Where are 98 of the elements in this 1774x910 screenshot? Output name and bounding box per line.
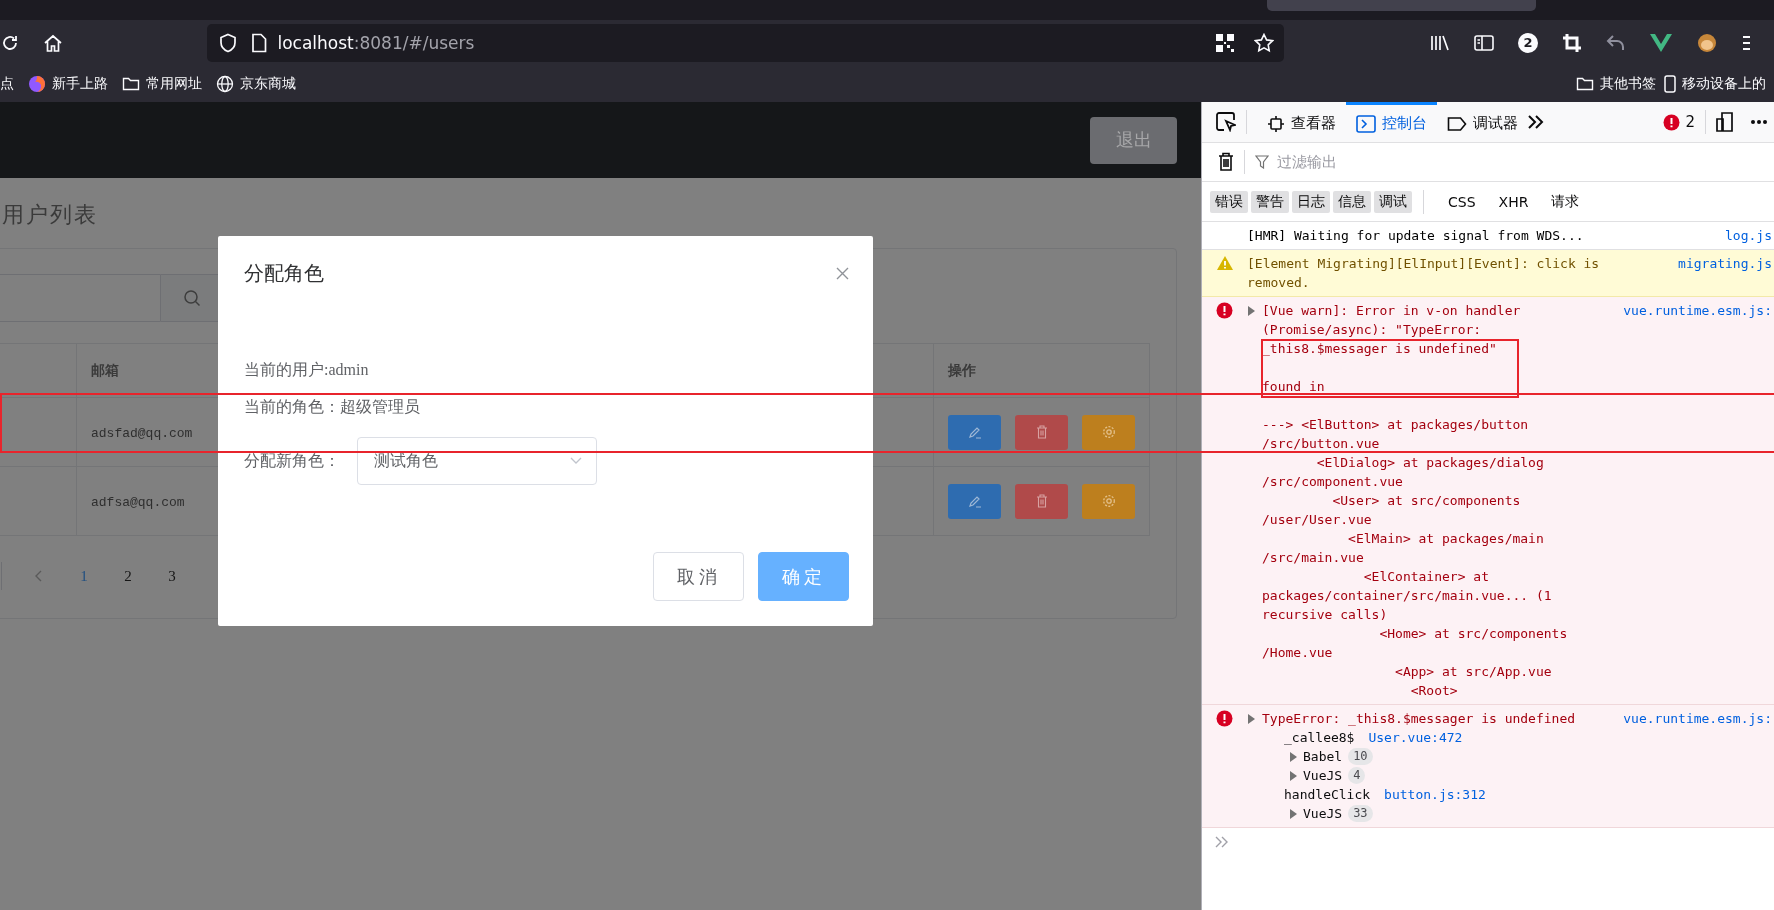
stack-function: _callee8$ <box>1284 729 1355 747</box>
error-count: 2 <box>1685 113 1695 131</box>
error-icon <box>1663 113 1681 131</box>
gear-icon <box>1101 425 1116 439</box>
bookmark-link[interactable]: 其他书签 <box>1600 74 1656 93</box>
shield-icon <box>219 32 238 53</box>
folder-icon <box>122 75 140 92</box>
source-link[interactable]: button.js:312 <box>1384 785 1486 804</box>
folder-icon <box>1576 75 1594 92</box>
filter-icon <box>1255 155 1269 169</box>
filter-toggle[interactable]: CSS <box>1443 190 1481 213</box>
console-text: [HMR] Waiting for update signal from WDS... <box>1247 227 1585 245</box>
count-badge: 10 <box>1348 748 1373 765</box>
trash-icon[interactable] <box>1218 152 1234 172</box>
filter-toggle[interactable]: 日志 <box>1292 190 1330 213</box>
page-title: 用户列表 <box>2 202 99 228</box>
console-text: [Vue warn]: Error in v-on handler (Promise/async): "TypeError: _this8.$messager is undefined" <box>1262 302 1522 358</box>
filter-toggle[interactable]: 错误 <box>1210 190 1248 213</box>
devtools-tab[interactable]: 查看器 <box>1257 102 1346 142</box>
pencil-icon <box>967 425 982 439</box>
expand-triangle-icon <box>1289 770 1297 781</box>
pencil-icon <box>967 494 982 508</box>
page-icon <box>251 32 268 53</box>
frame-group[interactable]: VueJS <box>1303 766 1343 785</box>
expand-triangle-icon <box>1289 751 1297 762</box>
console-text: found in <box>1262 378 1326 396</box>
count-badge: 4 <box>1348 767 1366 784</box>
bookmark-link[interactable]: 京东商城 <box>240 74 296 93</box>
filter-toggle[interactable]: 调试 <box>1374 190 1412 213</box>
phone-icon <box>1664 74 1676 93</box>
firefox-icon <box>28 74 46 93</box>
bookmark-link[interactable]: 点 <box>0 74 14 93</box>
trash-icon <box>1035 425 1048 439</box>
count-badge: 33 <box>1348 805 1373 822</box>
undo-arrow-icon[interactable] <box>1606 33 1626 52</box>
chevron-down-icon <box>570 457 582 465</box>
warning-icon <box>1215 255 1234 271</box>
stack-function: handleClick <box>1284 786 1371 804</box>
source-link[interactable]: vue.runtime.esm.js: <box>1623 709 1774 823</box>
sidebar-icon[interactable] <box>1474 33 1494 52</box>
prompt-chevron-icon[interactable] <box>1215 836 1229 848</box>
gear-icon <box>1101 494 1116 508</box>
page-number[interactable]: 2 <box>116 567 140 585</box>
role-select[interactable]: 测试角色 <box>357 437 597 485</box>
cancel-button[interactable]: 取消 <box>653 552 744 601</box>
email-cell: adfsa@qq.com <box>91 494 185 510</box>
address-bar[interactable]: localhost:8081/#/users <box>207 23 1284 62</box>
console-text: ---> <ElButton> at packages/button /src/button.vue <ElDialog> at packages/dialog /src/component.vue <User> at src/components /user/User.vue <ElMain> at packages/main /src/main.vue <ElContainer> at packages/container/src/main.vue... (1 recursive calls) <Home> at src/components /Home.vue <App> at src/App.vue <Root> <box>1262 416 1569 700</box>
library-icon[interactable] <box>1430 33 1450 52</box>
console-icon <box>1356 114 1376 133</box>
dialog-title: 分配角色 <box>244 259 324 287</box>
bookmark-link[interactable]: 新手上路 <box>52 74 108 93</box>
qr-code-icon[interactable] <box>1216 33 1234 52</box>
error-icon <box>1216 710 1233 727</box>
bookmark-link[interactable]: 常用网址 <box>146 74 202 93</box>
bookmark-link[interactable]: 移动设备上的 <box>1682 74 1766 93</box>
expand-triangle-icon <box>1289 808 1297 819</box>
extension-badge[interactable]: 2 <box>1518 32 1538 53</box>
field-label: 分配新角色： <box>244 451 340 469</box>
globe-icon <box>216 74 234 93</box>
filter-toggle[interactable]: 警告 <box>1251 190 1289 213</box>
star-icon[interactable] <box>1254 32 1274 53</box>
source-link[interactable]: migrating.js <box>1678 254 1774 292</box>
column-header: 操作 <box>933 343 1150 398</box>
responsive-view-icon[interactable] <box>1716 112 1734 132</box>
info-text: 当前的角色：超级管理员 <box>244 397 421 417</box>
devtools-tab[interactable]: 调试器 <box>1437 102 1528 142</box>
filter-toggle[interactable]: 信息 <box>1333 190 1371 213</box>
console-text: [Element Migrating][ElInput][Event]: click is removed. <box>1247 255 1601 292</box>
url-text: localhost:8081/#/users <box>277 32 476 53</box>
trash-icon <box>1035 494 1048 508</box>
email-cell: adsfad@qq.com <box>91 425 193 441</box>
filter-toggle[interactable]: 请求 <box>1546 190 1585 213</box>
crop-icon[interactable] <box>1562 32 1582 53</box>
tag-icon <box>1447 115 1467 132</box>
menu-icon[interactable] <box>1742 33 1750 52</box>
more-tabs-icon[interactable] <box>1528 115 1544 129</box>
source-link[interactable]: User.vue:472 <box>1368 728 1463 747</box>
error-icon <box>1216 302 1233 319</box>
element-picker-icon[interactable] <box>1216 112 1236 132</box>
source-link[interactable]: log.js <box>1725 226 1774 245</box>
frame-group[interactable]: VueJS <box>1303 804 1343 823</box>
page-number[interactable]: 3 <box>160 567 184 585</box>
close-icon[interactable] <box>836 266 849 280</box>
v-logo-icon[interactable] <box>1650 33 1672 52</box>
source-link[interactable]: vue.runtime.esm.js: <box>1623 301 1774 700</box>
filter-toggle[interactable]: XHR <box>1493 190 1534 213</box>
expand-triangle-icon <box>1247 306 1255 316</box>
filter-field[interactable]: 过滤输出 <box>1275 152 1579 172</box>
home-icon[interactable] <box>43 32 64 53</box>
search-icon <box>182 289 201 307</box>
more-icon[interactable] <box>1750 119 1768 125</box>
chip-icon <box>1267 114 1285 133</box>
expand-triangle-icon <box>1247 714 1255 724</box>
info-text: 当前的用户:admin <box>244 360 370 380</box>
devtools-tab[interactable]: 控制台 <box>1346 102 1437 142</box>
frame-group[interactable]: Babel <box>1303 747 1343 766</box>
console-text: TypeError: _this8.$messager is undefined <box>1262 710 1577 728</box>
